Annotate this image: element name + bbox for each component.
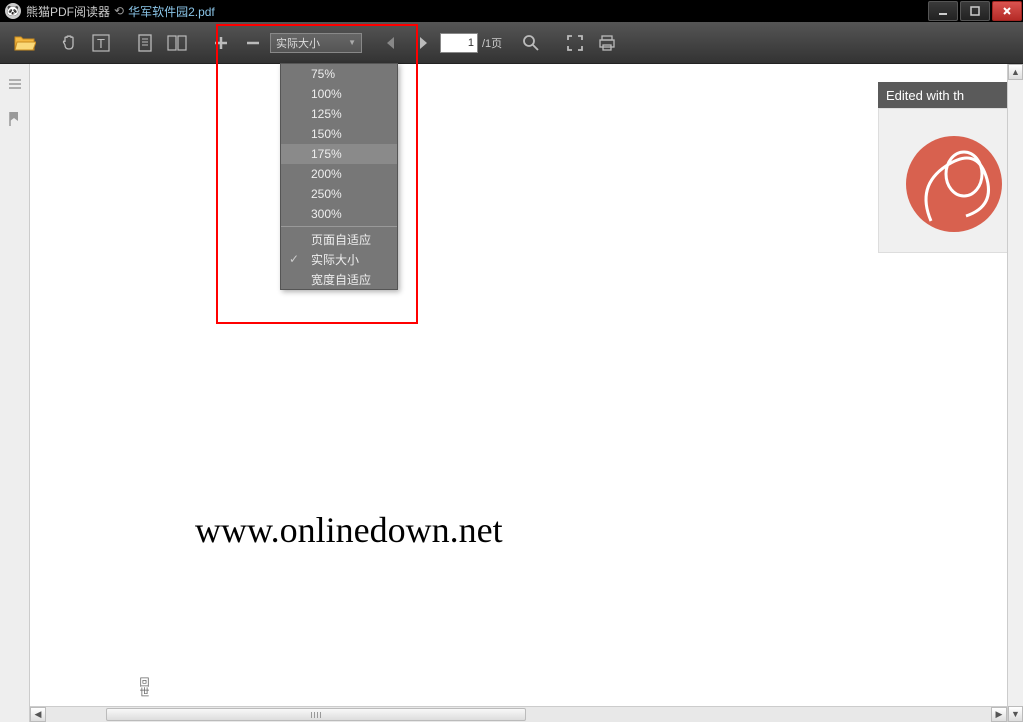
prev-page-button[interactable]: [376, 28, 406, 58]
titlebar: 🐼 熊猫PDF阅读器 ⟲ 华军软件园2.pdf: [0, 0, 1023, 22]
document-side-text: 回世: [135, 677, 150, 697]
fullscreen-button[interactable]: [560, 28, 590, 58]
close-button[interactable]: [992, 1, 1022, 21]
sidebar: [0, 64, 30, 722]
document-text: www.onlinedown.net: [195, 509, 503, 551]
window-controls: [927, 0, 1023, 22]
hscroll-track[interactable]: [46, 707, 991, 722]
maximize-button[interactable]: [960, 1, 990, 21]
zoom-fit-item[interactable]: 页面自适应: [281, 229, 397, 249]
zoom-dropdown[interactable]: 实际大小 ▼: [270, 33, 362, 53]
vscroll-track[interactable]: [1008, 80, 1023, 706]
hscroll-thumb[interactable]: [106, 708, 526, 721]
zoom-dropdown-menu: 75%100%125%150%175%200%250%300% 页面自适应实际大…: [280, 63, 398, 290]
zoom-menu-item[interactable]: 150%: [281, 124, 397, 144]
zoom-out-button[interactable]: [238, 28, 268, 58]
scroll-left-arrow[interactable]: ◀: [30, 707, 46, 722]
bookmarks-panel-button[interactable]: [5, 109, 25, 129]
zoom-menu-item[interactable]: 250%: [281, 184, 397, 204]
minimize-button[interactable]: [928, 1, 958, 21]
zoom-menu-item[interactable]: 200%: [281, 164, 397, 184]
print-button[interactable]: [592, 28, 622, 58]
page-input[interactable]: [440, 33, 478, 53]
scroll-up-arrow[interactable]: ▲: [1008, 64, 1023, 80]
zoom-menu-item[interactable]: 125%: [281, 104, 397, 124]
zoom-fit-item[interactable]: 实际大小: [281, 249, 397, 269]
app-name: 熊猫PDF阅读器: [26, 3, 110, 20]
watermark-bar: Edited with th: [878, 82, 1023, 108]
open-file-button[interactable]: [10, 28, 40, 58]
document-name: 华军软件园2.pdf: [128, 3, 215, 20]
two-page-button[interactable]: [162, 28, 192, 58]
svg-text:T: T: [97, 36, 105, 51]
zoom-fit-item[interactable]: 宽度自适应: [281, 269, 397, 289]
horizontal-scrollbar[interactable]: ◀ ▶: [30, 706, 1007, 722]
single-page-button[interactable]: [130, 28, 160, 58]
refresh-icon[interactable]: ⟲: [114, 4, 124, 18]
text-select-button[interactable]: T: [86, 28, 116, 58]
toolbar: T 实际大小 ▼ /1页: [0, 22, 1023, 64]
menu-separator: [281, 226, 397, 227]
next-page-button[interactable]: [408, 28, 438, 58]
zoom-dropdown-label: 实际大小: [276, 35, 320, 51]
scroll-down-arrow[interactable]: ▼: [1008, 706, 1023, 722]
vertical-scrollbar[interactable]: ▲ ▼: [1007, 64, 1023, 722]
zoom-menu-item[interactable]: 100%: [281, 84, 397, 104]
zoom-menu-item[interactable]: 300%: [281, 204, 397, 224]
watermark-text: Edited with th: [886, 88, 964, 103]
app-icon: 🐼: [5, 3, 21, 19]
scroll-right-arrow[interactable]: ▶: [991, 707, 1007, 722]
watermark-logo: [878, 108, 1023, 253]
main-area: www.onlinedown.net 回世 Edited with th ▲ ▼…: [0, 64, 1023, 722]
chevron-down-icon: ▼: [348, 38, 356, 47]
outline-panel-button[interactable]: [5, 74, 25, 94]
document-viewport[interactable]: www.onlinedown.net 回世 Edited with th ▲ ▼…: [30, 64, 1023, 722]
hand-tool-button[interactable]: [54, 28, 84, 58]
search-button[interactable]: [516, 28, 546, 58]
zoom-menu-item[interactable]: 75%: [281, 64, 397, 84]
zoom-menu-item[interactable]: 175%: [281, 144, 397, 164]
page-total: /1页: [482, 35, 502, 51]
zoom-in-button[interactable]: [206, 28, 236, 58]
